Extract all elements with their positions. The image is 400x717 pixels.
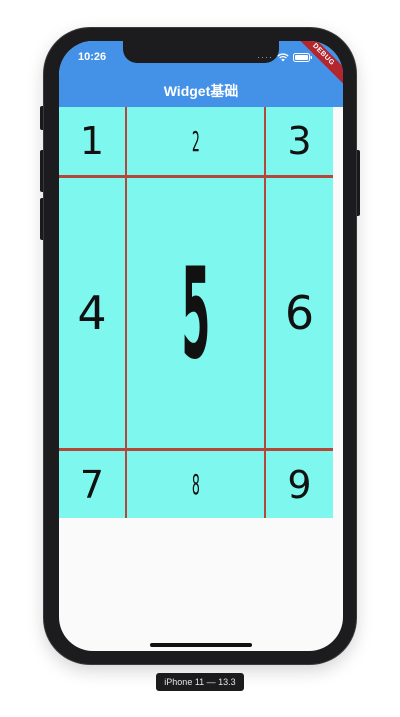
grid-divider-vertical-right bbox=[264, 107, 266, 518]
grid-cell-8: 8 bbox=[191, 468, 200, 501]
page-title: Widget基础 bbox=[163, 83, 239, 99]
grid-cell-4: 4 bbox=[77, 286, 107, 340]
device-label: iPhone 11 — 13.3 bbox=[156, 673, 244, 691]
grid-divider-horizontal-top bbox=[59, 175, 333, 178]
grid-cell-7: 7 bbox=[79, 462, 105, 507]
grid-divider-horizontal-bottom bbox=[59, 448, 333, 451]
phone-screen: 10:26 ···· DEBUG Widget基础 1 2 3 4 5 6 7 … bbox=[59, 41, 343, 651]
simulator-stage: 10:26 ···· DEBUG Widget基础 1 2 3 4 5 6 7 … bbox=[0, 0, 400, 717]
status-icons: ···· bbox=[257, 52, 313, 62]
battery-icon bbox=[293, 52, 313, 62]
grid-cell-9: 9 bbox=[287, 462, 312, 507]
grid-cell-2: 2 bbox=[191, 124, 200, 158]
number-grid: 1 2 3 4 5 6 7 8 9 bbox=[59, 107, 333, 518]
grid-cell-5: 5 bbox=[181, 239, 210, 387]
home-indicator[interactable] bbox=[150, 643, 252, 647]
status-time: 10:26 bbox=[78, 51, 107, 63]
grid-cell-1: 1 bbox=[79, 119, 105, 163]
grid-cell-6: 6 bbox=[284, 286, 315, 340]
app-bar: 10:26 ···· DEBUG Widget基础 bbox=[59, 41, 343, 107]
grid-cell-3: 3 bbox=[287, 119, 312, 163]
notch bbox=[123, 41, 279, 63]
wifi-icon bbox=[277, 52, 289, 62]
signal-icon: ···· bbox=[257, 52, 273, 62]
grid-divider-vertical-left bbox=[125, 107, 127, 518]
